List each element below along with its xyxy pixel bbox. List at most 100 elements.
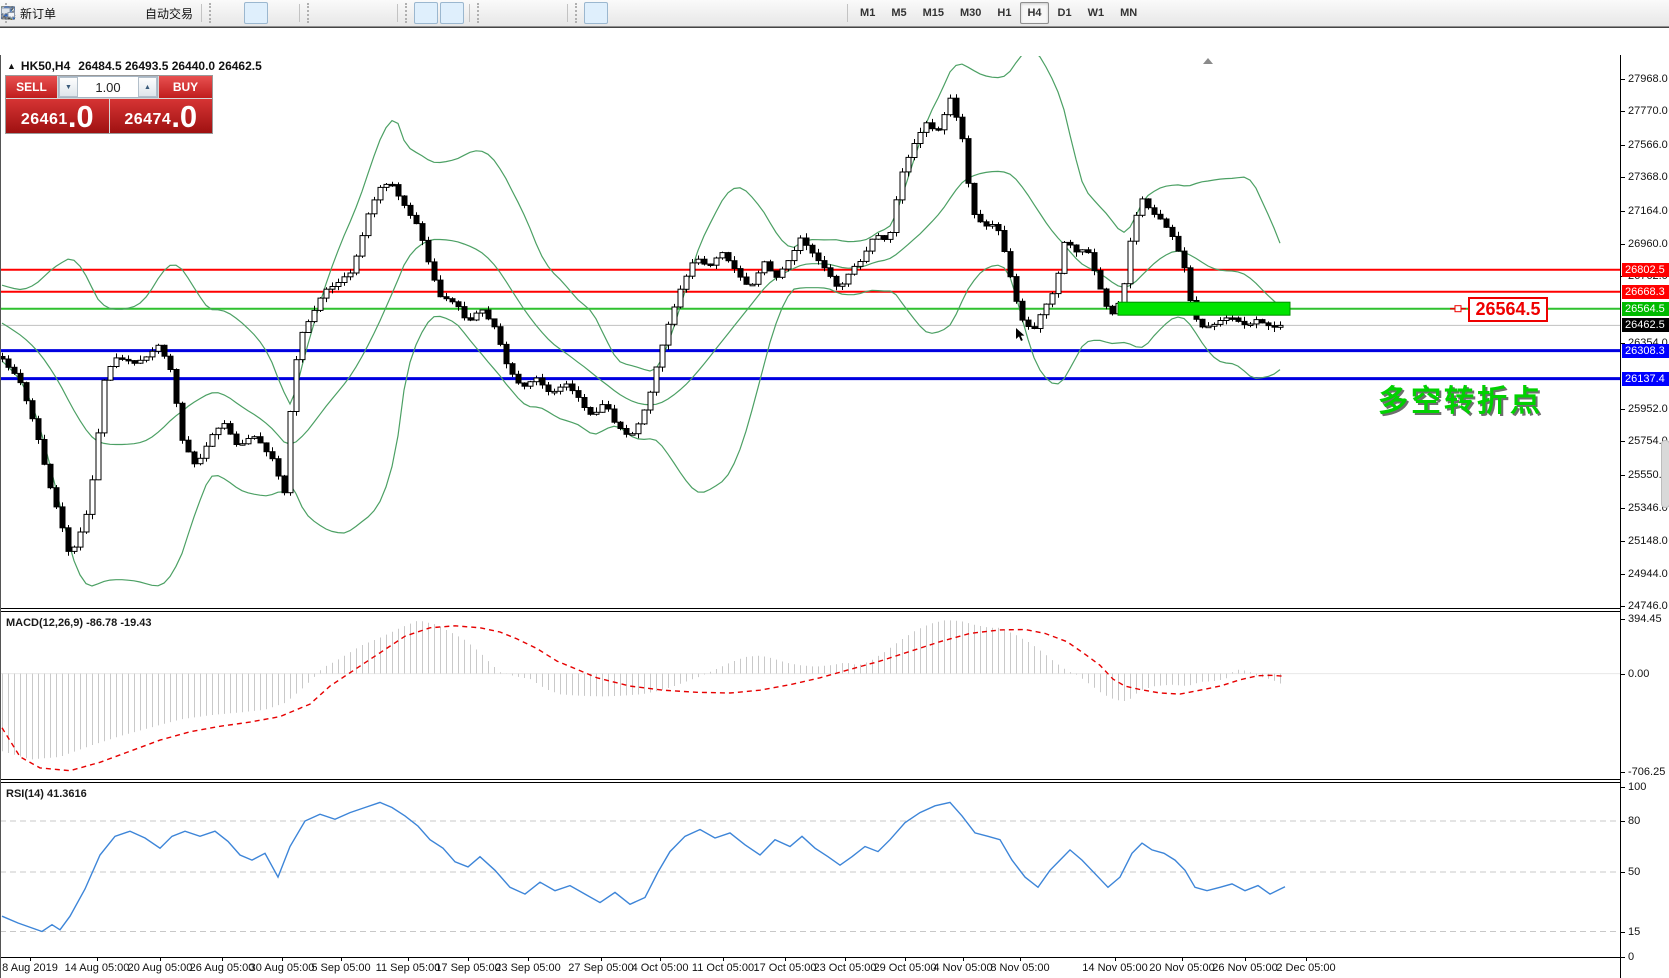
chart-shift-marker-icon[interactable] <box>1203 58 1213 64</box>
date-tick <box>222 958 223 961</box>
line-chart-mode-button[interactable] <box>270 2 294 24</box>
arrows-tool-button[interactable] <box>818 2 842 24</box>
date-tick <box>160 958 161 961</box>
periods-menu-button[interactable] <box>512 2 536 24</box>
volume-decrease-button[interactable]: ▼ <box>59 77 78 97</box>
highlight-button[interactable] <box>61 2 85 24</box>
bar-chart-mode-button[interactable] <box>218 2 242 24</box>
panel-splitter[interactable] <box>0 611 1669 612</box>
auto-trading-button[interactable]: 自动交易 <box>139 2 196 24</box>
date-label: 30 Aug 05:00 <box>250 962 315 974</box>
fibonacci-tool-button[interactable]: F <box>740 2 764 24</box>
axis-tick <box>1621 606 1625 607</box>
toolbar-separator <box>397 4 398 22</box>
macd-histogram <box>3 620 1281 759</box>
profiles-button[interactable] <box>87 2 111 24</box>
main-toolbar: 新订单 自动交易 EFAT M1M5M15M30H1H4D1W1MN <box>0 0 1669 27</box>
buy-price-decimal: .0 <box>171 102 197 132</box>
panel-splitter[interactable] <box>0 779 1669 780</box>
zoom-out-button[interactable] <box>342 2 366 24</box>
timeframe-d1-button[interactable]: D1 <box>1051 2 1079 24</box>
chart-window: ▲ HK50,H4 26484.5 26493.5 26440.0 26462.… <box>0 27 1669 950</box>
volume-increase-button[interactable]: ▲ <box>138 77 157 97</box>
templates-menu-button[interactable] <box>538 2 562 24</box>
mt4-terminal: 新订单 自动交易 EFAT M1M5M15M30H1H4D1W1MN ▲ HK50,H… <box>0 0 1669 950</box>
community-chat-button[interactable] <box>1642 2 1666 24</box>
broadcast-button[interactable] <box>113 2 137 24</box>
flag-anchor-handle[interactable] <box>1455 306 1461 312</box>
sell-price[interactable]: 26461 .0 <box>6 99 110 133</box>
trendline-tool-button[interactable] <box>688 2 712 24</box>
axis-tick-label: 26960.0 <box>1628 238 1668 250</box>
crosshair-tool-button[interactable] <box>610 2 634 24</box>
rsi-axis-label: 80 <box>1628 815 1640 827</box>
equidistant-channel-tool-button[interactable]: E <box>714 2 738 24</box>
rsi-label: RSI(14) 41.3616 <box>6 788 87 800</box>
panel-splitter[interactable] <box>0 782 1669 783</box>
buy-button[interactable]: BUY <box>158 76 212 98</box>
timeframe-h4-button[interactable]: H4 <box>1020 2 1048 24</box>
rsi-line <box>2 802 1285 931</box>
timeframe-h1-button[interactable]: H1 <box>990 2 1018 24</box>
candlestick-mode-button[interactable] <box>244 2 268 24</box>
axis-tick <box>1621 111 1625 112</box>
search-button[interactable] <box>1616 2 1640 24</box>
price-tag-26668.3: 26668.3 <box>1622 285 1669 299</box>
chat-icon <box>0 5 16 21</box>
vertical-line-tool-button[interactable] <box>636 2 660 24</box>
date-tick <box>963 958 964 961</box>
new-order-button[interactable]: 新订单 <box>14 2 59 24</box>
highlight-rectangle[interactable] <box>1118 302 1290 315</box>
toolbar-separator <box>469 4 470 22</box>
tile-windows-button[interactable] <box>368 2 392 24</box>
price-tag-26462.5: 26462.5 <box>1622 318 1669 332</box>
toolbar-grip <box>209 3 214 23</box>
axis-tick <box>1621 932 1625 933</box>
price-level-flag[interactable]: 26564.5 <box>1468 297 1548 322</box>
panel-splitter[interactable] <box>0 608 1669 609</box>
axis-tick-label: 25952.0 <box>1628 403 1668 415</box>
timeframe-m30-button[interactable]: M30 <box>953 2 988 24</box>
date-label: 4 Nov 05:00 <box>933 962 992 974</box>
axis-tick-label: 27368.0 <box>1628 171 1668 183</box>
window-border <box>0 55 1 978</box>
date-tick <box>282 958 283 961</box>
buy-price[interactable]: 26474 .0 <box>110 99 213 133</box>
axis-tick-label: 24944.0 <box>1628 568 1668 580</box>
timeframe-m1-button[interactable]: M1 <box>853 2 882 24</box>
date-tick <box>785 958 786 961</box>
date-tick <box>905 958 906 961</box>
toolbar-grip <box>307 3 312 23</box>
volume-input[interactable] <box>78 77 138 97</box>
axis-tick-label: 27770.0 <box>1628 105 1668 117</box>
one-click-trading-panel: SELL ▼ ▲ BUY 26461 .0 26474 .0 <box>5 75 213 134</box>
sell-button[interactable]: SELL <box>6 76 58 98</box>
axis-tick <box>1621 541 1625 542</box>
scrollbar-thumb[interactable] <box>1661 440 1669 508</box>
date-label: 29 Oct 05:00 <box>874 962 937 974</box>
text-label-tool-button[interactable]: T <box>792 2 816 24</box>
text-tool-button[interactable]: A <box>766 2 790 24</box>
toolbar-grip <box>405 3 410 23</box>
timeframe-m5-button[interactable]: M5 <box>884 2 913 24</box>
auto-scroll-button[interactable] <box>414 2 438 24</box>
axis-tick-label: 27164.0 <box>1628 205 1668 217</box>
new-order-label: 新订单 <box>20 5 56 22</box>
chart-shift-button[interactable] <box>440 2 464 24</box>
axis-tick <box>1621 787 1625 788</box>
cursor-tool-button[interactable] <box>584 2 608 24</box>
timeframe-w1-button[interactable]: W1 <box>1081 2 1112 24</box>
toolbar-separator <box>299 4 300 22</box>
collapse-triangle-icon[interactable]: ▲ <box>7 61 16 71</box>
auto-trading-label: 自动交易 <box>145 5 193 22</box>
symbol-period: HK50,H4 <box>21 59 70 73</box>
date-tick <box>30 958 31 961</box>
add-indicator-button[interactable] <box>486 2 510 24</box>
rsi-axis-label: 0 <box>1628 951 1634 963</box>
text-annotation[interactable]: 多空转折点 <box>1378 376 1543 420</box>
timeframe-m15-button[interactable]: M15 <box>916 2 951 24</box>
horizontal-line-tool-button[interactable] <box>662 2 686 24</box>
zoom-in-button[interactable] <box>316 2 340 24</box>
toolbar-separator <box>567 4 568 22</box>
timeframe-mn-button[interactable]: MN <box>1113 2 1144 24</box>
